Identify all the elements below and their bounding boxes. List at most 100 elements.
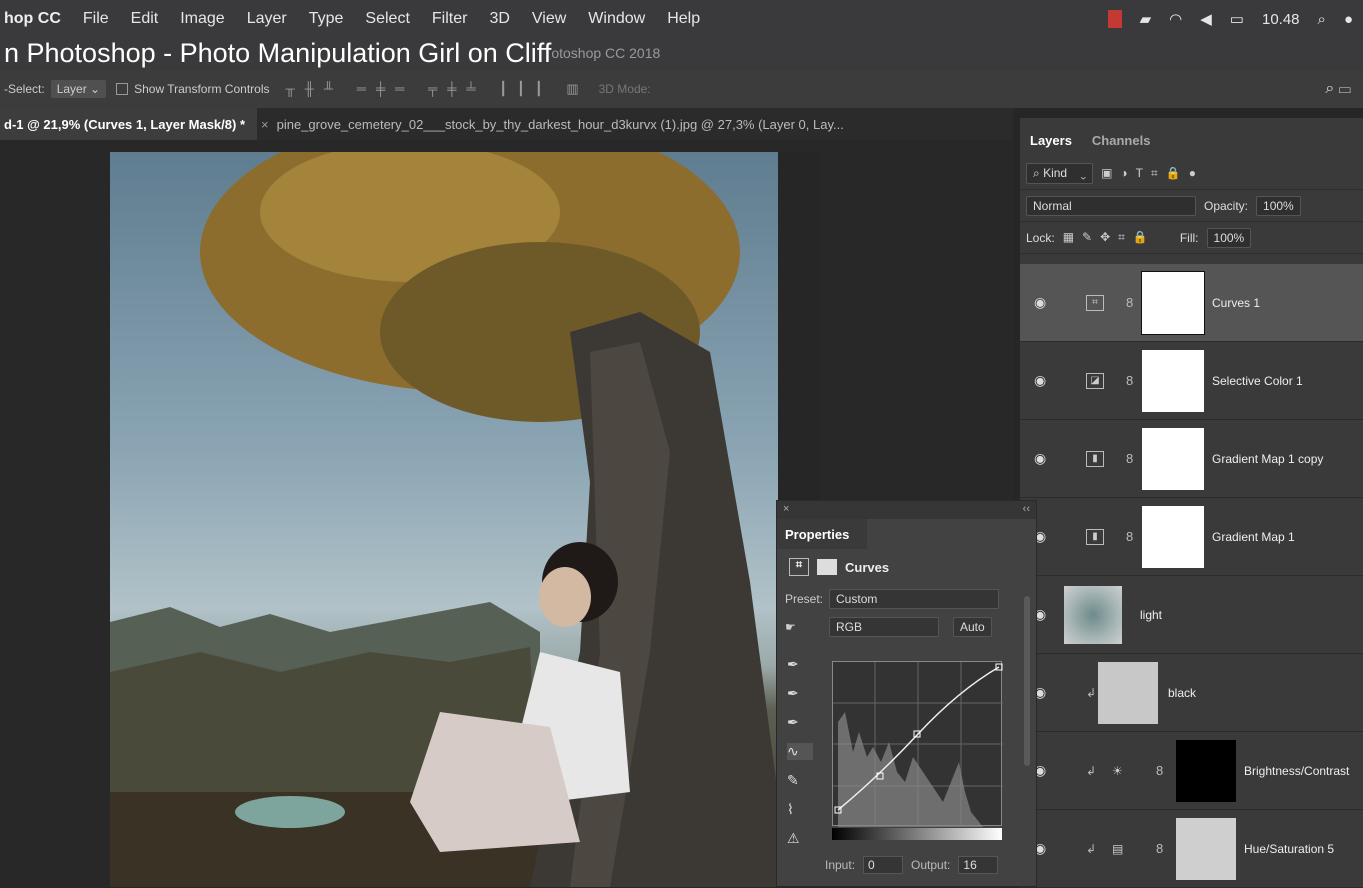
layer-row[interactable]: ◉ ◪ 8 Selective Color 1 (1020, 342, 1363, 420)
pencil-icon[interactable]: ✎ (787, 772, 813, 789)
menu-layer[interactable]: Layer (247, 10, 287, 28)
visibility-eye-icon[interactable]: ◉ (1034, 450, 1046, 467)
layer-row[interactable]: ◉ ↲ black (1020, 654, 1363, 732)
layer-mask-thumbnail[interactable] (1142, 506, 1204, 568)
fill-input[interactable]: 100% (1206, 227, 1252, 248)
menu-select[interactable]: Select (365, 10, 409, 28)
layer-row[interactable]: ◉ ▮ 8 Gradient Map 1 (1020, 498, 1363, 576)
tab-layers[interactable]: Layers (1020, 133, 1082, 158)
align-buttons[interactable]: ╥╫╨ ═╪═ ╤╪╧ ┃┃┃ ▥ (286, 81, 589, 97)
show-transform-checkbox[interactable] (116, 83, 129, 95)
layer-mask-thumbnail[interactable] (1141, 271, 1205, 335)
layer-thumbnail[interactable] (1098, 662, 1158, 724)
layer-name[interactable]: Gradient Map 1 copy (1212, 452, 1323, 466)
search-icon[interactable]: ⌕ (1318, 11, 1326, 28)
menu-3d[interactable]: 3D (489, 10, 509, 28)
curve-point-tool-icon[interactable]: ∿ (787, 743, 813, 760)
menu-edit[interactable]: Edit (131, 10, 159, 28)
menu-view[interactable]: View (532, 10, 566, 28)
properties-scrollbar[interactable] (1024, 596, 1030, 766)
layer-name[interactable]: Brightness/Contrast (1244, 764, 1349, 778)
input-field[interactable]: 0 (863, 856, 904, 874)
photo-illustration (110, 152, 820, 887)
mask-icon[interactable] (817, 559, 837, 575)
eyedropper-gray-icon[interactable]: ✒ (787, 685, 813, 702)
preset-dropdown[interactable]: Custom (829, 589, 1000, 609)
link-icon[interactable]: 8 (1126, 373, 1133, 388)
layer-row[interactable]: ◉ ⌗ 8 Curves 1 (1020, 264, 1363, 342)
visibility-eye-icon[interactable]: ◉ (1034, 294, 1046, 311)
filter-kind-dropdown[interactable]: ⌕ Kind ⌄ (1026, 163, 1094, 184)
close-icon[interactable]: × (261, 117, 269, 132)
siri-icon[interactable]: ● (1344, 11, 1353, 28)
curves-graph[interactable] (832, 661, 1003, 827)
layer-mask-thumbnail[interactable] (1142, 350, 1204, 412)
app-menu[interactable]: hop CC (4, 10, 61, 28)
menu-filter[interactable]: Filter (432, 10, 468, 28)
menu-file[interactable]: File (83, 10, 109, 28)
layer-mask-thumbnail[interactable] (1176, 740, 1236, 802)
layer-name[interactable]: light (1140, 608, 1162, 622)
volume-icon[interactable]: ◀ (1200, 10, 1212, 28)
layer-name[interactable]: Selective Color 1 (1212, 374, 1303, 388)
menu-type[interactable]: Type (309, 10, 344, 28)
layer-name[interactable]: Hue/Saturation 5 (1244, 842, 1334, 856)
layer-row[interactable]: ◉ ▮ 8 Gradient Map 1 copy (1020, 420, 1363, 498)
visibility-eye-icon[interactable]: ◉ (1034, 372, 1046, 389)
properties-tab[interactable]: Properties (777, 519, 867, 549)
channel-dropdown[interactable]: RGB (829, 617, 939, 637)
lock-icons[interactable]: ▦✎✥⌗🔒 (1063, 230, 1156, 245)
clipping-arrow-icon: ↲ (1086, 685, 1097, 700)
auto-button[interactable]: Auto (953, 617, 992, 637)
tab-document-2[interactable]: × pine_grove_cemetery_02___stock_by_thy_… (257, 108, 856, 140)
record-icon[interactable] (1107, 10, 1122, 28)
clipping-arrow-icon: ↲ (1086, 841, 1097, 856)
layer-name[interactable]: Gradient Map 1 (1212, 530, 1295, 544)
opacity-input[interactable]: 100% (1256, 195, 1301, 216)
layer-row[interactable]: ◉ light (1020, 576, 1363, 654)
display-icon[interactable]: ▰ (1140, 10, 1152, 28)
curves-icon[interactable]: ⌗ (789, 558, 809, 576)
title-line: n Photoshop - Photo Manipulation Girl on… (0, 36, 1363, 70)
lock-label: Lock: (1026, 230, 1055, 245)
layer-mask-thumbnail[interactable] (1142, 428, 1204, 490)
video-title: n Photoshop - Photo Manipulation Girl on… (4, 37, 552, 68)
smooth-icon[interactable]: ⌇ (787, 801, 813, 818)
filter-icons[interactable]: ▣◑T⌗🔒● (1101, 166, 1204, 181)
link-icon[interactable]: 8 (1126, 529, 1133, 544)
blend-mode-dropdown[interactable]: Normal (1026, 195, 1196, 216)
gradient-map-icon: ▮ (1086, 450, 1104, 467)
preset-label: Preset: (785, 592, 824, 606)
output-field[interactable]: 16 (958, 856, 999, 874)
clipping-warning-icon[interactable]: ⚠ (787, 830, 813, 847)
link-icon[interactable]: 8 (1126, 451, 1133, 466)
eyedropper-black-icon[interactable]: ✒ (787, 656, 813, 673)
tab-channels[interactable]: Channels (1082, 133, 1161, 158)
link-icon[interactable]: 8 (1156, 763, 1163, 778)
layer-row[interactable]: ◉ ↲ ☀ 8 Brightness/Contrast (1020, 732, 1363, 810)
layer-name[interactable]: black (1168, 686, 1196, 700)
search-icon[interactable]: ⌕ ▭ (1325, 80, 1351, 98)
menu-image[interactable]: Image (180, 10, 224, 28)
document-image[interactable] (110, 152, 820, 887)
link-icon[interactable]: 8 (1156, 841, 1163, 856)
layer-row[interactable]: ◉ ↲ ▤ 8 Hue/Saturation 5 (1020, 810, 1363, 888)
menu-window[interactable]: Window (588, 10, 645, 28)
output-label: Output: (911, 858, 951, 872)
link-icon[interactable]: 8 (1126, 295, 1133, 310)
close-icon[interactable]: × (783, 503, 789, 515)
battery-icon[interactable]: ▭ (1230, 10, 1244, 28)
layer-name[interactable]: Curves 1 (1212, 296, 1260, 310)
auto-select-dropdown[interactable]: Layer ⌄ (50, 80, 107, 98)
tab-document-1[interactable]: d-1 @ 21,9% (Curves 1, Layer Mask/8) * (0, 108, 258, 140)
collapse-icon[interactable]: ‹‹ (1023, 501, 1030, 517)
gradient-slider[interactable] (832, 828, 1002, 840)
menu-help[interactable]: Help (667, 10, 700, 28)
opacity-label: Opacity: (1204, 198, 1249, 213)
layer-mask-thumbnail[interactable] (1176, 818, 1236, 880)
target-adjust-icon[interactable]: ☛ (785, 620, 823, 634)
eyedropper-white-icon[interactable]: ✒ (787, 714, 813, 731)
layer-thumbnail[interactable] (1064, 586, 1122, 644)
blend-mode-value: Normal (1033, 198, 1072, 213)
wifi-icon[interactable]: ◠ (1169, 10, 1182, 28)
